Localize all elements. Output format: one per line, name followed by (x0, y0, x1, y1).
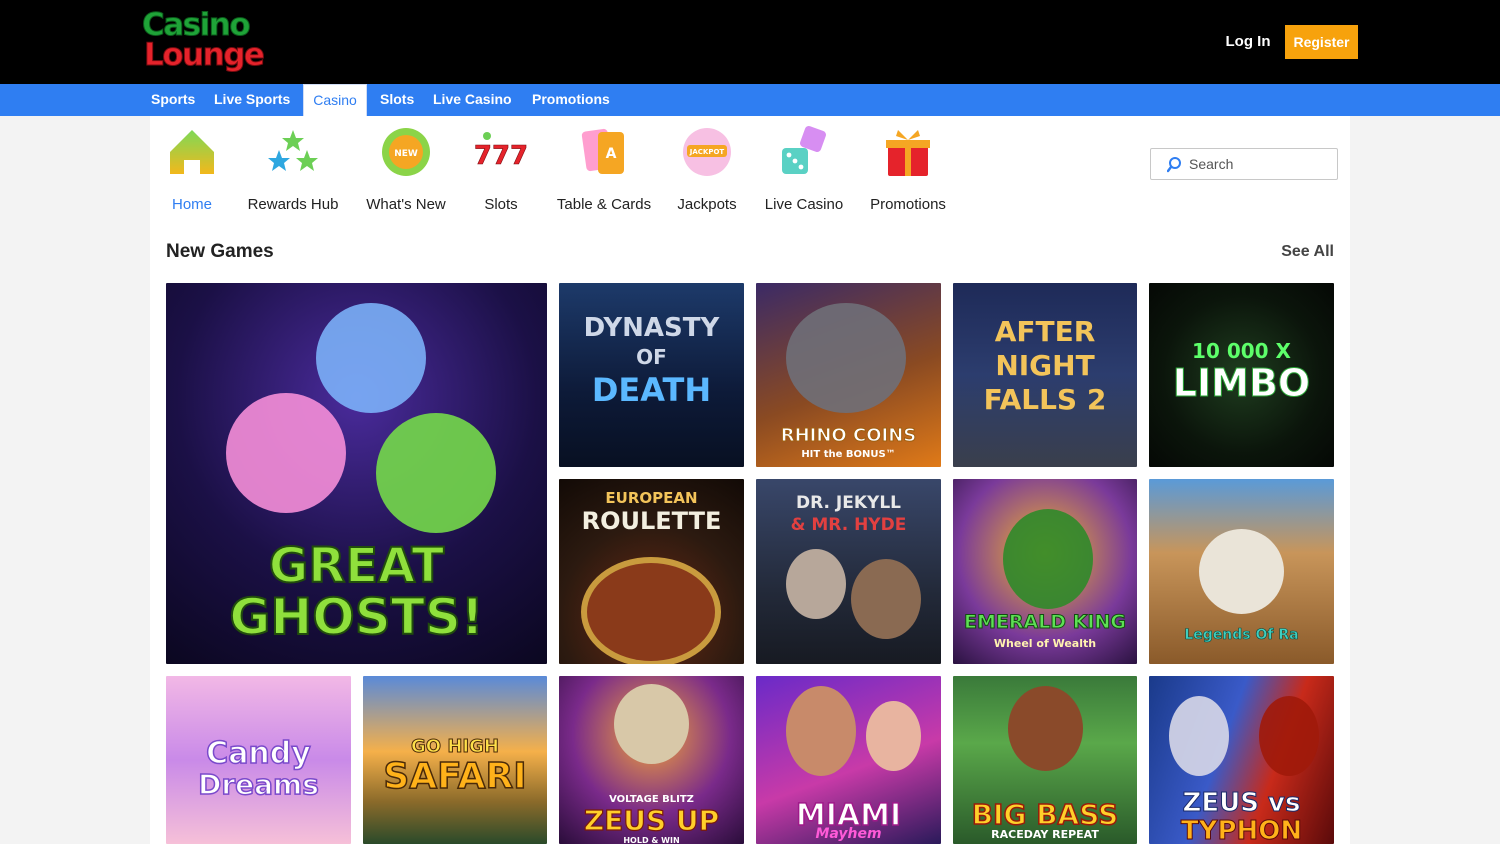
category-label: Rewards Hub (247, 196, 339, 213)
nav-live-sports[interactable]: Live Sports (207, 84, 297, 116)
game-title: ZEUS vs (1182, 788, 1301, 819)
category-home[interactable]: Home (162, 126, 222, 216)
game-title: EMERALD KING (964, 611, 1127, 634)
cards-icon: A (581, 128, 624, 174)
svg-text:NEW: NEW (394, 149, 418, 159)
game-tile-miami-mayhem[interactable]: MIAMI Mayhem (756, 676, 941, 844)
game-title: 10 000 X (1192, 339, 1291, 363)
category-jackpots[interactable]: JACKPOT Jackpots (670, 126, 744, 216)
game-title: ZEUS UP (583, 803, 720, 837)
game-tile-rhino-coins[interactable]: RHINO COINS HIT the BONUS™ (756, 283, 941, 467)
game-title: DYNASTY (583, 313, 720, 343)
gift-icon (886, 130, 930, 176)
svg-text:777: 777 (475, 141, 527, 171)
game-title: BIG BASS (971, 797, 1119, 832)
game-tile-european-roulette[interactable]: EUROPEAN ROULETTE (559, 479, 744, 664)
game-tile-zeus-vs-typhon[interactable]: ZEUS vs TYPHON (1149, 676, 1334, 844)
game-tile-safari[interactable]: GO HIGH SAFARI (363, 676, 547, 844)
game-tile-jekyll-hyde[interactable]: DR. JEKYLL & MR. HYDE (756, 479, 941, 664)
dice-icon (782, 126, 826, 174)
nav-live-casino[interactable]: Live Casino (426, 84, 519, 116)
register-button[interactable]: Register (1285, 25, 1358, 59)
category-label: Promotions (870, 196, 946, 213)
game-title: & MR. HYDE (790, 515, 907, 535)
logo-line2: Lounge (143, 37, 265, 73)
category-label: What's New (366, 196, 446, 213)
game-tile-zeus-up[interactable]: VOLTAGE BLITZ ZEUS UP HOLD & WIN (559, 676, 744, 844)
game-title: ROULETTE (581, 507, 722, 535)
nav-promotions[interactable]: Promotions (525, 84, 617, 116)
main-nav: Sports Live Sports Casino Slots Live Cas… (0, 84, 1500, 116)
game-title: RHINO COINS (780, 425, 917, 447)
jackpot-icon: JACKPOT (683, 128, 731, 176)
game-title: EUROPEAN (605, 489, 698, 507)
category-whats-new[interactable]: NEW What's New (360, 126, 452, 216)
game-subtitle: HOLD & WIN (623, 836, 680, 844)
game-title: GO HIGH (411, 736, 500, 758)
game-tile-after-night-falls[interactable]: AFTER NIGHT FALLS 2 (953, 283, 1137, 467)
game-title: AFTER (994, 315, 1096, 348)
game-title: Mayhem (815, 826, 882, 842)
game-title: FALLS 2 (983, 383, 1107, 416)
svg-text:JACKPOT: JACKPOT (689, 148, 725, 156)
game-title: GHOSTS! (228, 587, 484, 647)
nav-casino[interactable]: Casino (303, 84, 367, 116)
category-table-cards[interactable]: A Table & Cards (550, 126, 658, 216)
casino-lounge-logo[interactable]: Casino Lounge (141, 8, 265, 74)
category-label: Live Casino (764, 196, 844, 213)
search-icon (1167, 157, 1181, 173)
game-title: GREAT (268, 537, 445, 595)
login-button[interactable]: Log In (1218, 31, 1278, 53)
game-title: SAFARI (383, 755, 528, 798)
new-badge-icon: NEW (382, 128, 430, 176)
game-title: LIMBO (1172, 361, 1311, 406)
section-title: New Games (166, 241, 274, 262)
home-icon (170, 130, 214, 174)
game-subtitle: Wheel of Wealth (993, 637, 1097, 650)
game-tile-emerald-king[interactable]: EMERALD KING Wheel of Wealth (953, 479, 1137, 664)
category-slots[interactable]: 777 Slots (470, 126, 532, 216)
game-title: DR. JEKYLL (796, 493, 901, 513)
game-title: Legends Of Ra (1184, 627, 1299, 644)
nav-sports[interactable]: Sports (144, 84, 202, 116)
game-tile-big-bass-raceday[interactable]: BIG BASS RACEDAY REPEAT (953, 676, 1137, 844)
game-tile-candy-dreams[interactable]: Candy Dreams (166, 676, 351, 844)
nav-slots[interactable]: Slots (373, 84, 421, 116)
game-title: OF (636, 345, 667, 369)
category-label: Slots (484, 196, 518, 213)
game-subtitle: RACEDAY REPEAT (991, 828, 1099, 841)
category-live-casino[interactable]: Live Casino (758, 126, 850, 216)
category-label: Jackpots (677, 196, 737, 213)
game-tile-limbo[interactable]: 10 000 X LIMBO (1149, 283, 1334, 467)
see-all-link[interactable]: See All (1281, 243, 1334, 261)
game-tile-great-ghosts[interactable]: GREAT GHOSTS! (166, 283, 547, 664)
category-promotions[interactable]: Promotions (864, 126, 952, 216)
game-subtitle: HIT the BONUS™ (801, 449, 896, 460)
game-tile-dynasty-of-death[interactable]: DYNASTY OF DEATH (559, 283, 744, 467)
game-title: Candy (205, 735, 311, 772)
category-label: Home (171, 196, 212, 213)
search-input[interactable] (1189, 154, 1329, 174)
sevens-icon: 777 (475, 132, 527, 171)
stars-icon (268, 130, 318, 171)
category-rewards-hub[interactable]: Rewards Hub (244, 126, 342, 216)
main-content: Home Rewards Hub NEW What's New 777 Slot… (150, 116, 1350, 844)
game-tile-legends-of-ra[interactable]: Legends Of Ra (1149, 479, 1334, 664)
game-title: TYPHON (1180, 816, 1303, 844)
game-title: Dreams (197, 767, 319, 802)
top-header: Casino Lounge Log In Register (0, 0, 1500, 84)
game-title: NIGHT (995, 349, 1095, 382)
svg-text:A: A (606, 146, 617, 162)
search-box[interactable] (1150, 148, 1338, 180)
game-title: DEATH (591, 371, 712, 409)
category-label: Table & Cards (556, 196, 652, 213)
